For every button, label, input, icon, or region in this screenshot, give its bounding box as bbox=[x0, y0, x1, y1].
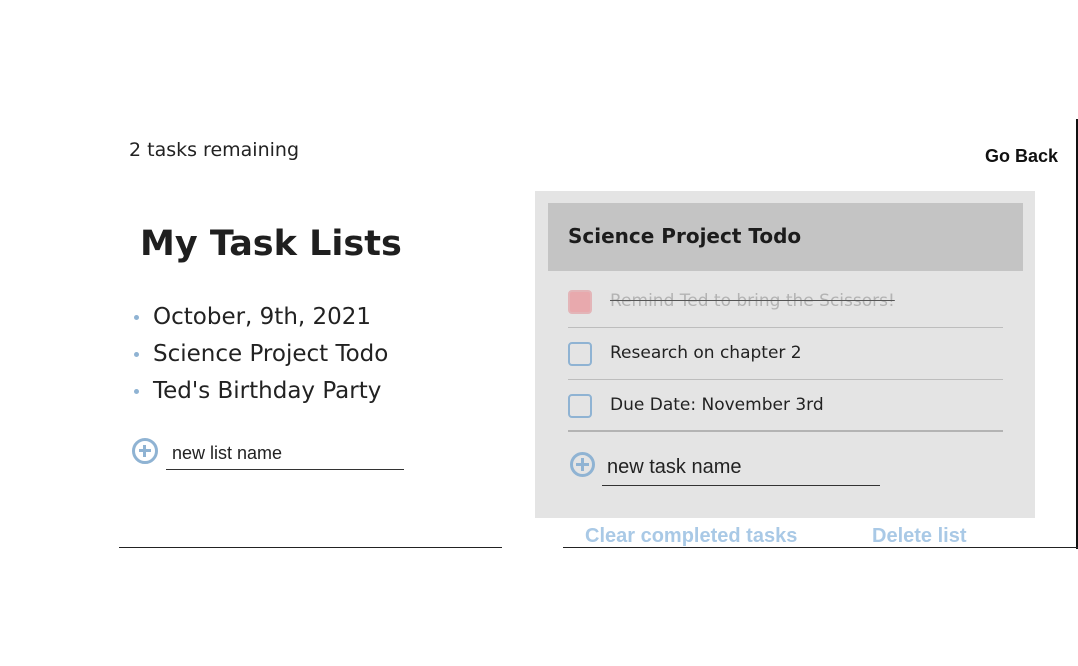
task-lists: October, 9th, 2021 Science Project Todo … bbox=[131, 299, 388, 410]
task-label: Research on chapter 2 bbox=[610, 343, 802, 363]
task-checkbox[interactable] bbox=[568, 394, 592, 418]
task-label: Due Date: November 3rd bbox=[610, 395, 824, 415]
task-list-label: October, 9th, 2021 bbox=[153, 304, 372, 330]
new-list-name-input[interactable] bbox=[166, 437, 404, 470]
task-checkbox[interactable] bbox=[568, 290, 592, 314]
task-list-item[interactable]: Ted's Birthday Party bbox=[131, 373, 388, 410]
task-lists-title: My Task Lists bbox=[140, 224, 402, 264]
task-checkbox[interactable] bbox=[568, 342, 592, 366]
add-list-plus-icon[interactable] bbox=[132, 438, 158, 464]
delete-list-button[interactable]: Delete list bbox=[872, 525, 966, 548]
task-list-label: Ted's Birthday Party bbox=[153, 378, 382, 404]
add-task-plus-icon[interactable] bbox=[570, 452, 595, 477]
task-row: Due Date: November 3rd bbox=[568, 380, 1003, 432]
task-list-item[interactable]: October, 9th, 2021 bbox=[131, 299, 388, 336]
clear-completed-button[interactable]: Clear completed tasks bbox=[585, 525, 797, 548]
bullet-dot-icon bbox=[134, 389, 139, 394]
task-row: Research on chapter 2 bbox=[568, 328, 1003, 380]
go-back-button[interactable]: Go Back bbox=[985, 146, 1058, 167]
task-list-label: Science Project Todo bbox=[153, 341, 389, 367]
new-task-name-input[interactable] bbox=[602, 450, 880, 486]
bullet-dot-icon bbox=[134, 352, 139, 357]
bottom-divider-left bbox=[119, 547, 502, 548]
tasks-remaining-count: 2 tasks remaining bbox=[129, 139, 299, 161]
bullet-dot-icon bbox=[134, 315, 139, 320]
active-list-title: Science Project Todo bbox=[568, 224, 802, 248]
task-label: Remind Ted to bring the Scissors! bbox=[610, 291, 895, 311]
panel-header: Science Project Todo bbox=[548, 203, 1023, 271]
todo-app: 2 tasks remaining Go Back My Task Lists … bbox=[0, 0, 1078, 666]
task-row: Remind Ted to bring the Scissors! bbox=[568, 276, 1003, 328]
task-list-item[interactable]: Science Project Todo bbox=[131, 336, 388, 373]
